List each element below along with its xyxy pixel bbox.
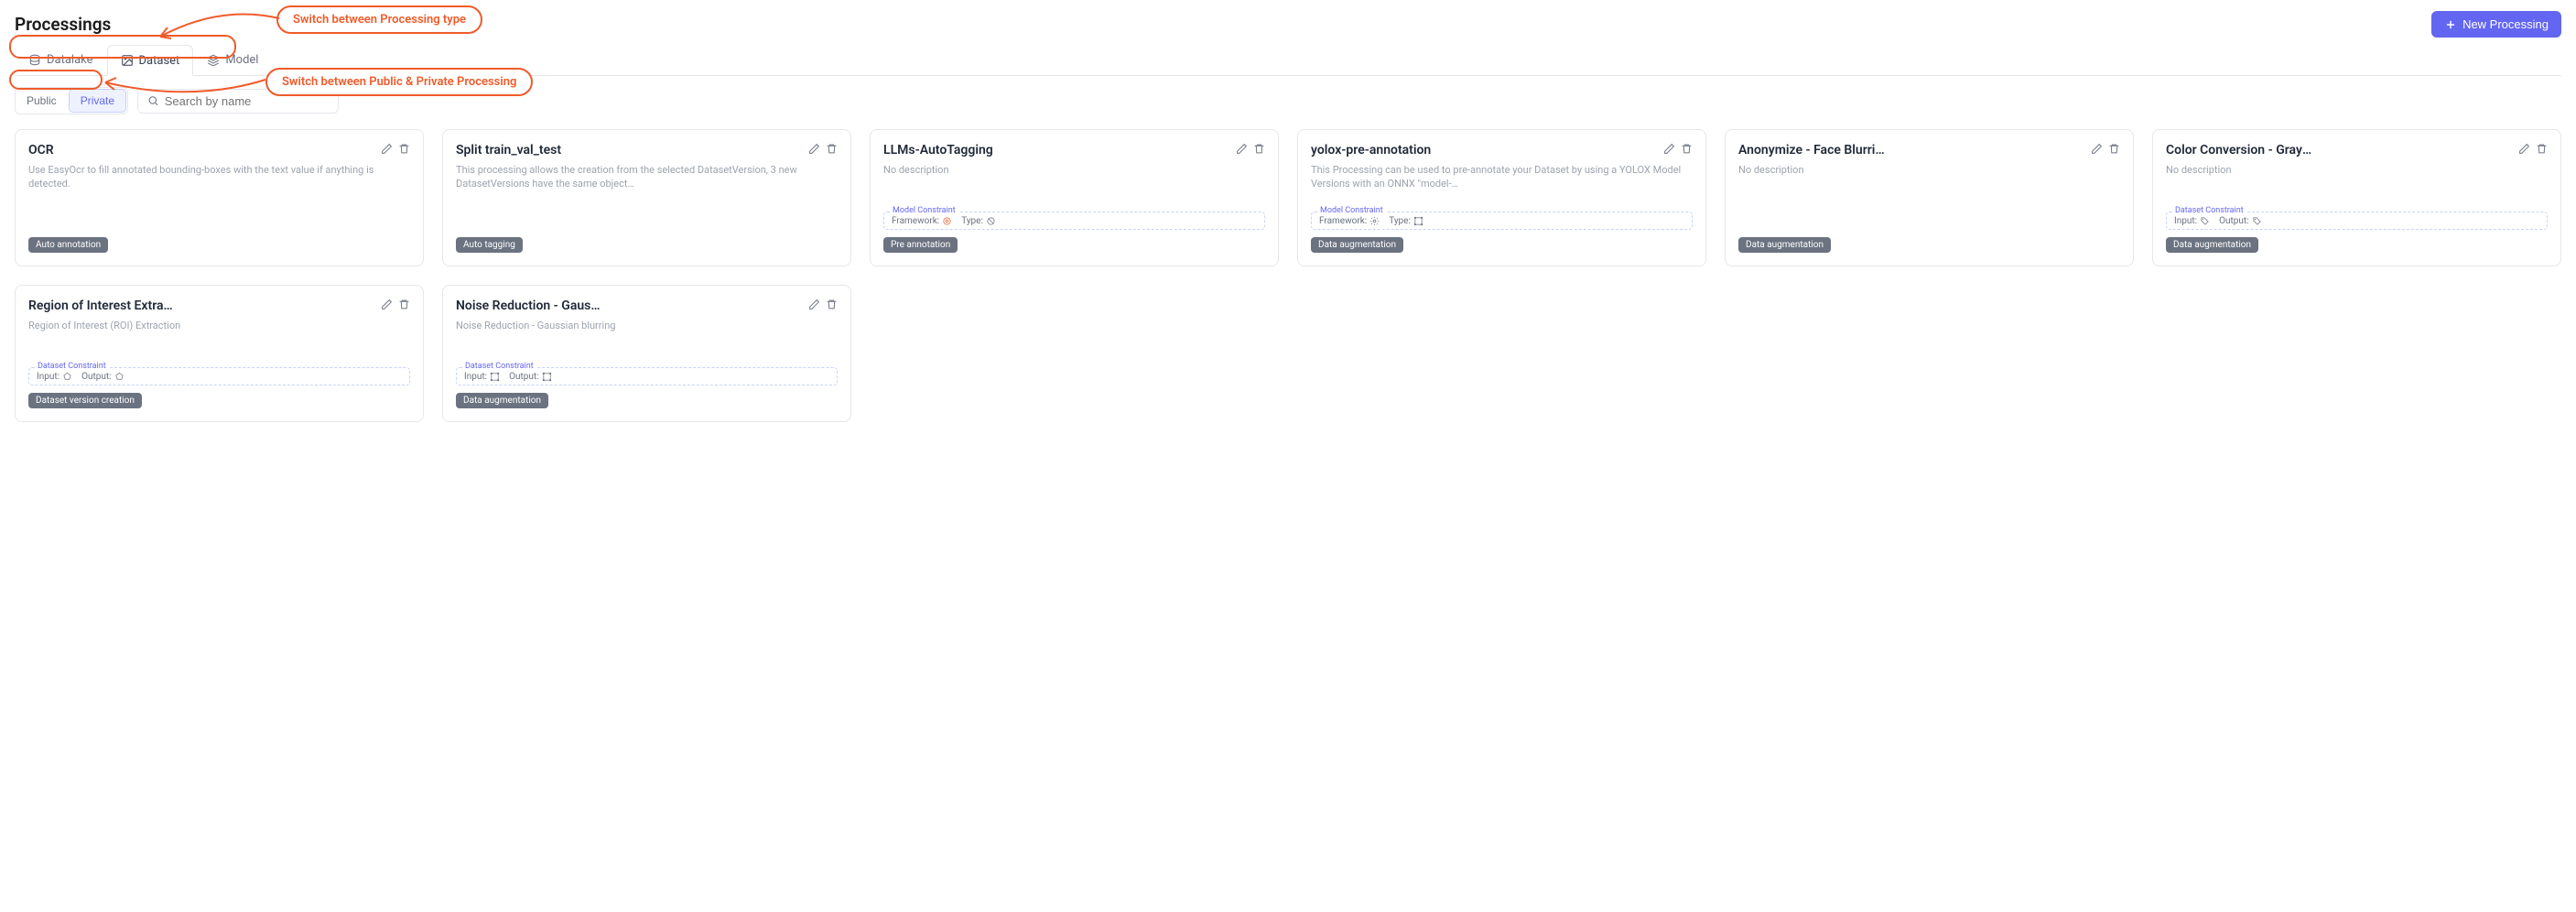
card-tag: Pre annotation [883,237,958,253]
edit-icon[interactable] [381,299,393,310]
card-title: LLMs-AutoTagging [883,143,993,157]
processing-card[interactable]: yolox-pre-annotation This Processing can… [1297,129,1706,266]
constraint-box: Dataset Constraint Input: Output: [456,367,838,385]
card-tag: Dataset version creation [28,393,142,408]
delete-icon[interactable] [826,299,838,310]
search-box[interactable] [137,89,339,114]
delete-icon[interactable] [826,143,838,155]
card-title: Noise Reduction - Gaussi… [456,299,602,313]
card-title: Anonymize - Face Blurring [1738,143,1885,157]
card-tag: Auto annotation [28,237,108,253]
constraint-box: Model Constraint Framework: Type: [883,212,1265,230]
card-description: This Processing can be used to pre-annot… [1311,163,1693,191]
constraint-key: Input: [37,372,60,382]
card-tag: Auto tagging [456,237,523,253]
processing-card[interactable]: Split train_val_test This processing all… [442,129,851,266]
constraint-box: Model Constraint Framework: Type: [1311,212,1693,230]
constraint-key: Type: [1389,216,1411,226]
card-title: Color Conversion - Graysc… [2166,143,2312,157]
constraint-key: Framework: [892,216,939,226]
new-processing-button[interactable]: New Processing [2431,11,2561,38]
constraint-label: Model Constraint [1317,206,1386,215]
delete-icon[interactable] [398,143,410,155]
plus-icon [2444,18,2457,31]
delete-icon[interactable] [1253,143,1265,155]
edit-icon[interactable] [808,143,820,155]
card-description: Region of Interest (ROI) Extraction [28,319,410,332]
tab-datalake[interactable]: Datalake [15,45,107,75]
processing-card[interactable]: LLMs-AutoTagging No description Model Co… [870,129,1279,266]
constraint-key: Output: [509,372,539,382]
poly-icon [62,372,72,382]
constraint-label: Dataset Constraint [462,362,536,371]
card-title: Region of Interest Extracti… [28,299,175,313]
onnx-icon [942,216,952,226]
edit-icon[interactable] [808,299,820,310]
tag-icon [2252,216,2262,226]
delete-icon[interactable] [2108,143,2120,155]
bbox-icon [542,372,552,382]
delete-icon[interactable] [398,299,410,310]
edit-icon[interactable] [381,143,393,155]
segment-private[interactable]: Private [69,89,126,113]
type-tabs: Datalake Dataset Model [15,45,2561,76]
database-icon [28,54,41,67]
processing-card[interactable]: OCR Use EasyOcr to fill annotated boundi… [15,129,424,266]
tab-label: Datalake [47,53,93,67]
layers-icon [207,54,220,67]
tab-label: Dataset [139,54,180,68]
edit-icon[interactable] [1236,143,1248,155]
constraint-key: Input: [2174,216,2197,226]
card-tag: Data augmentation [2166,237,2258,253]
constraint-box: Dataset Constraint Input: Output: [28,367,410,385]
constraint-key: Type: [961,216,983,226]
search-icon [147,94,159,107]
edit-icon[interactable] [2091,143,2103,155]
constraint-label: Dataset Constraint [35,362,109,371]
constraint-label: Model Constraint [890,206,958,215]
card-description: Noise Reduction - Gaussian blurring [456,319,838,332]
card-description: This processing allows the creation from… [456,163,838,191]
constraint-key: Output: [81,372,112,382]
new-processing-label: New Processing [2462,17,2549,31]
edit-icon[interactable] [1663,143,1675,155]
card-title: Split train_val_test [456,143,561,157]
bbox-icon [1413,216,1423,226]
card-description: Use EasyOcr to fill annotated bounding-b… [28,163,410,191]
tab-dataset[interactable]: Dataset [107,45,194,76]
card-tag: Data augmentation [456,393,548,408]
tab-label: Model [225,53,258,67]
constraint-key: Framework: [1319,216,1367,226]
card-tag: Data augmentation [1311,237,1403,253]
processing-card[interactable]: Anonymize - Face Blurring No description… [1725,129,2134,266]
card-title: yolox-pre-annotation [1311,143,1431,157]
card-tag: Data augmentation [1738,237,1831,253]
cog-icon [1369,216,1380,226]
constraint-key: Input: [464,372,487,382]
card-title: OCR [28,143,54,157]
visibility-segment: Public Private [15,87,128,114]
tab-model[interactable]: Model [193,45,272,75]
image-icon [121,54,134,67]
processing-card[interactable]: Noise Reduction - Gaussi… Noise Reductio… [442,285,851,422]
bbox-icon [490,372,500,382]
card-description: No description [883,163,1265,177]
edit-icon[interactable] [2518,143,2530,155]
tag-icon [2200,216,2210,226]
constraint-label: Dataset Constraint [2172,206,2246,215]
card-description: No description [1738,163,2120,177]
page-title: Processings [15,14,111,35]
delete-icon[interactable] [2536,143,2548,155]
processing-card[interactable]: Region of Interest Extracti… Region of I… [15,285,424,422]
constraint-box: Dataset Constraint Input: Output: [2166,212,2548,230]
poly-icon [114,372,124,382]
delete-icon[interactable] [1681,143,1693,155]
block-icon [986,216,996,226]
processing-card[interactable]: Color Conversion - Graysc… No descriptio… [2152,129,2561,266]
segment-public[interactable]: Public [16,88,68,114]
constraint-key: Output: [2219,216,2249,226]
card-description: No description [2166,163,2548,177]
search-input[interactable] [165,94,329,108]
